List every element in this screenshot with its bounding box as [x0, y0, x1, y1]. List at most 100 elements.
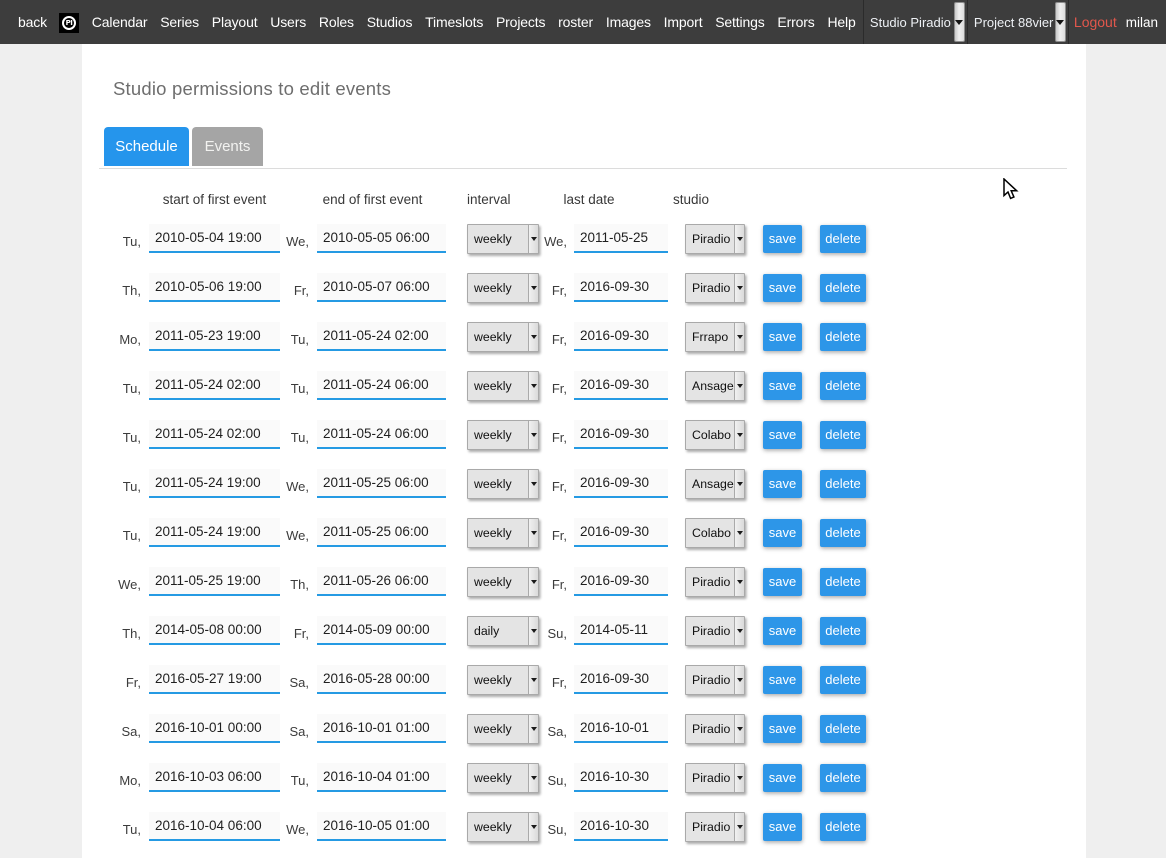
- studio-select[interactable]: Studio Piradio: [863, 0, 967, 44]
- last-date-input[interactable]: [574, 469, 668, 498]
- studio-select[interactable]: Piradio: [685, 616, 745, 646]
- nav-item-roster[interactable]: roster: [558, 14, 593, 30]
- end-datetime-input[interactable]: [317, 714, 446, 743]
- delete-button[interactable]: delete: [820, 764, 866, 792]
- end-datetime-input[interactable]: [317, 420, 446, 449]
- save-button[interactable]: save: [763, 666, 802, 694]
- nav-item-users[interactable]: Users: [270, 14, 306, 30]
- interval-select[interactable]: weekly: [467, 420, 539, 450]
- last-date-input[interactable]: [574, 224, 668, 253]
- studio-select[interactable]: Piradio: [685, 567, 745, 597]
- end-datetime-input[interactable]: [317, 273, 446, 302]
- piradio-logo-icon[interactable]: PI: [59, 13, 79, 33]
- last-date-input[interactable]: [574, 763, 668, 792]
- end-datetime-input[interactable]: [317, 322, 446, 351]
- start-datetime-input[interactable]: [149, 567, 280, 596]
- start-datetime-input[interactable]: [149, 469, 280, 498]
- save-button[interactable]: save: [763, 274, 802, 302]
- interval-select[interactable]: weekly: [467, 812, 539, 842]
- nav-item-back[interactable]: back: [18, 14, 47, 30]
- delete-button[interactable]: delete: [820, 519, 866, 547]
- last-date-input[interactable]: [574, 812, 668, 841]
- end-datetime-input[interactable]: [317, 469, 446, 498]
- end-datetime-input[interactable]: [317, 763, 446, 792]
- end-datetime-input[interactable]: [317, 224, 446, 253]
- interval-select[interactable]: weekly: [467, 322, 539, 352]
- interval-select[interactable]: daily: [467, 616, 539, 646]
- interval-select[interactable]: weekly: [467, 273, 539, 303]
- interval-select[interactable]: weekly: [467, 371, 539, 401]
- studio-select[interactable]: Frrapo: [685, 322, 745, 352]
- start-datetime-input[interactable]: [149, 714, 280, 743]
- end-datetime-input[interactable]: [317, 665, 446, 694]
- interval-select[interactable]: weekly: [467, 224, 539, 254]
- start-datetime-input[interactable]: [149, 812, 280, 841]
- studio-select[interactable]: Ansage: [685, 371, 745, 401]
- studio-select[interactable]: Colabo: [685, 420, 745, 450]
- start-datetime-input[interactable]: [149, 763, 280, 792]
- save-button[interactable]: save: [763, 519, 802, 547]
- start-datetime-input[interactable]: [149, 616, 280, 645]
- nav-item-timeslots[interactable]: Timeslots: [425, 14, 483, 30]
- project-select[interactable]: Project 88vier: [967, 0, 1069, 44]
- studio-select[interactable]: Ansage: [685, 469, 745, 499]
- save-button[interactable]: save: [763, 372, 802, 400]
- studio-select[interactable]: Piradio: [685, 714, 745, 744]
- last-date-input[interactable]: [574, 322, 668, 351]
- studio-select[interactable]: Colabo: [685, 518, 745, 548]
- interval-select[interactable]: weekly: [467, 518, 539, 548]
- start-datetime-input[interactable]: [149, 518, 280, 547]
- last-date-input[interactable]: [574, 665, 668, 694]
- delete-button[interactable]: delete: [820, 666, 866, 694]
- last-date-input[interactable]: [574, 567, 668, 596]
- start-datetime-input[interactable]: [149, 665, 280, 694]
- save-button[interactable]: save: [763, 225, 802, 253]
- nav-item-projects[interactable]: Projects: [496, 14, 545, 30]
- interval-select[interactable]: weekly: [467, 567, 539, 597]
- delete-button[interactable]: delete: [820, 274, 866, 302]
- delete-button[interactable]: delete: [820, 568, 866, 596]
- nav-item-import[interactable]: Import: [664, 14, 703, 30]
- interval-select[interactable]: weekly: [467, 469, 539, 499]
- logout-link[interactable]: Logout: [1074, 14, 1117, 30]
- interval-select[interactable]: weekly: [467, 763, 539, 793]
- interval-select[interactable]: weekly: [467, 714, 539, 744]
- end-datetime-input[interactable]: [317, 518, 446, 547]
- tab-events[interactable]: Events: [192, 127, 263, 166]
- studio-select[interactable]: Piradio: [685, 763, 745, 793]
- last-date-input[interactable]: [574, 371, 668, 400]
- nav-item-errors[interactable]: Errors: [777, 14, 814, 30]
- last-date-input[interactable]: [574, 616, 668, 645]
- save-button[interactable]: save: [763, 470, 802, 498]
- delete-button[interactable]: delete: [820, 225, 866, 253]
- delete-button[interactable]: delete: [820, 470, 866, 498]
- start-datetime-input[interactable]: [149, 224, 280, 253]
- studio-select[interactable]: Piradio: [685, 665, 745, 695]
- last-date-input[interactable]: [574, 420, 668, 449]
- studio-select[interactable]: Piradio: [685, 224, 745, 254]
- delete-button[interactable]: delete: [820, 617, 866, 645]
- save-button[interactable]: save: [763, 813, 802, 841]
- save-button[interactable]: save: [763, 617, 802, 645]
- interval-select[interactable]: weekly: [467, 665, 539, 695]
- delete-button[interactable]: delete: [820, 323, 866, 351]
- save-button[interactable]: save: [763, 715, 802, 743]
- last-date-input[interactable]: [574, 518, 668, 547]
- end-datetime-input[interactable]: [317, 371, 446, 400]
- nav-item-roles[interactable]: Roles: [319, 14, 354, 30]
- delete-button[interactable]: delete: [820, 813, 866, 841]
- nav-item-series[interactable]: Series: [160, 14, 199, 30]
- studio-select[interactable]: Piradio: [685, 273, 745, 303]
- studio-select[interactable]: Piradio: [685, 812, 745, 842]
- nav-item-images[interactable]: Images: [606, 14, 651, 30]
- last-date-input[interactable]: [574, 273, 668, 302]
- start-datetime-input[interactable]: [149, 371, 280, 400]
- nav-item-settings[interactable]: Settings: [715, 14, 764, 30]
- last-date-input[interactable]: [574, 714, 668, 743]
- nav-item-help[interactable]: Help: [827, 14, 855, 30]
- start-datetime-input[interactable]: [149, 420, 280, 449]
- nav-item-playout[interactable]: Playout: [212, 14, 258, 30]
- end-datetime-input[interactable]: [317, 812, 446, 841]
- delete-button[interactable]: delete: [820, 372, 866, 400]
- save-button[interactable]: save: [763, 568, 802, 596]
